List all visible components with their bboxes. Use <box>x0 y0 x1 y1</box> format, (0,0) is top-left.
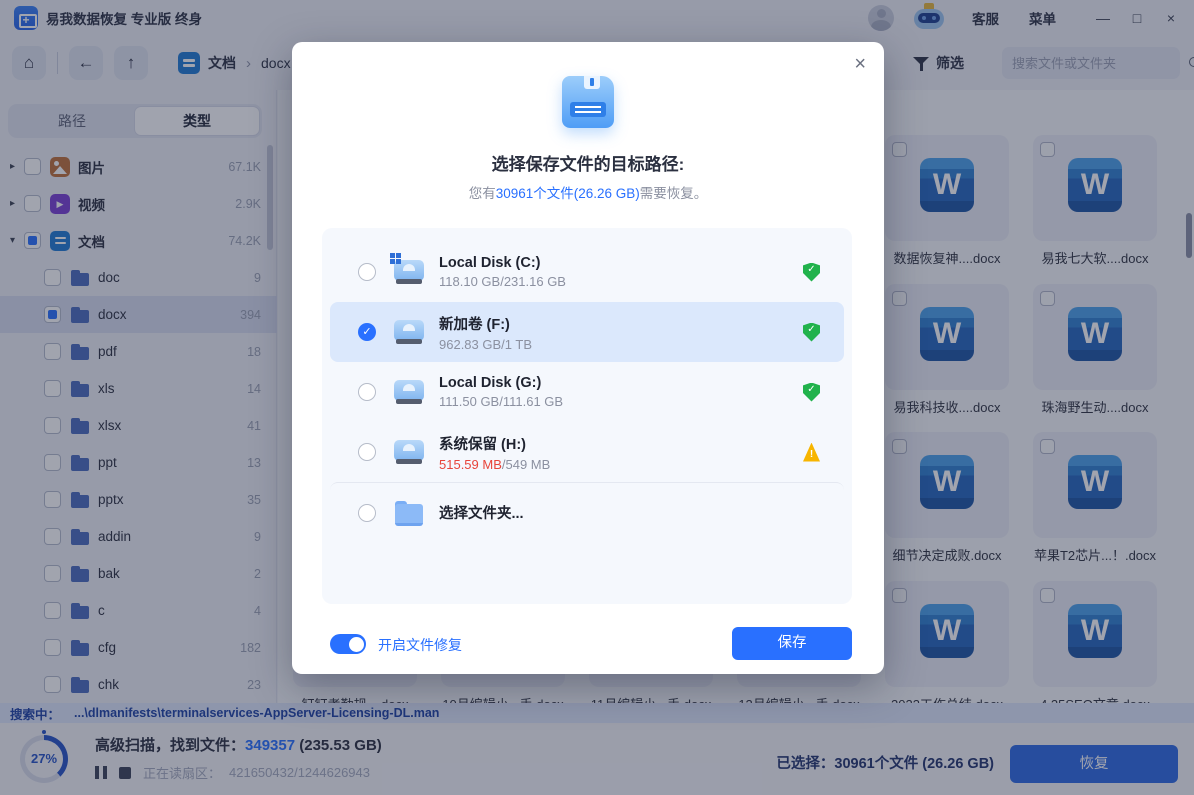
file-repair-label: 开启文件修复 <box>378 635 462 655</box>
drive-status-icon <box>803 263 820 282</box>
recover-count-highlight: 30961个文件(26.26 GB) <box>496 186 640 201</box>
drive-name: 系统保留 (H:) <box>439 433 550 454</box>
drive-status-icon <box>803 383 820 402</box>
drive-usage: 118.10 GB/231.16 GB <box>439 274 566 289</box>
drive-radio[interactable] <box>358 263 376 281</box>
drive-usage: 962.83 GB/1 TB <box>439 337 532 352</box>
drive-row[interactable]: 系统保留 (H:) 515.59 MB/549 MB <box>330 422 844 482</box>
dialog-subtitle: 您有30961个文件(26.26 GB)需要恢复。 <box>292 182 884 202</box>
drive-radio[interactable] <box>358 504 376 522</box>
drive-icon <box>392 437 426 467</box>
save-disk-icon <box>562 76 614 128</box>
dialog-close-icon[interactable]: × <box>854 52 866 76</box>
drive-icon <box>392 317 426 347</box>
drive-usage: 111.50 GB/111.61 GB <box>439 394 563 409</box>
drive-radio[interactable] <box>358 443 376 461</box>
drive-usage: 515.59 MB/549 MB <box>439 457 550 472</box>
drive-icon <box>392 257 426 287</box>
drive-name: Local Disk (C:) <box>439 255 566 271</box>
drive-row[interactable]: Local Disk (G:) 111.50 GB/111.61 GB <box>330 362 844 422</box>
file-repair-toggle[interactable] <box>330 634 366 654</box>
dialog-footer: 开启文件修复 保存 <box>292 620 884 674</box>
drive-icon <box>392 498 426 528</box>
dialog-title: 选择保存文件的目标路径: <box>292 150 884 175</box>
drive-list: Local Disk (C:) 118.10 GB/231.16 GB 新加卷 … <box>322 228 852 604</box>
drive-status-icon <box>803 323 820 342</box>
drive-radio[interactable] <box>358 383 376 401</box>
windows-logo-icon <box>390 253 402 265</box>
drive-row[interactable]: 新加卷 (F:) 962.83 GB/1 TB <box>330 302 844 362</box>
drive-row[interactable]: 选择文件夹... <box>330 482 844 542</box>
drive-status-icon <box>803 443 820 462</box>
app-window: 易我数据恢复 专业版 终身 客服 菜单 — □ × ⌂ ← ↑ 文档 › doc… <box>0 0 1194 795</box>
drive-row[interactable]: Local Disk (C:) 118.10 GB/231.16 GB <box>330 242 844 302</box>
drive-name: 新加卷 (F:) <box>439 313 532 334</box>
drive-name: Local Disk (G:) <box>439 375 563 391</box>
drive-radio[interactable] <box>358 323 376 341</box>
drive-name: 选择文件夹... <box>439 502 524 523</box>
drive-icon <box>392 377 426 407</box>
save-path-dialog: × 选择保存文件的目标路径: 您有30961个文件(26.26 GB)需要恢复。… <box>292 42 884 674</box>
save-button[interactable]: 保存 <box>732 627 852 660</box>
